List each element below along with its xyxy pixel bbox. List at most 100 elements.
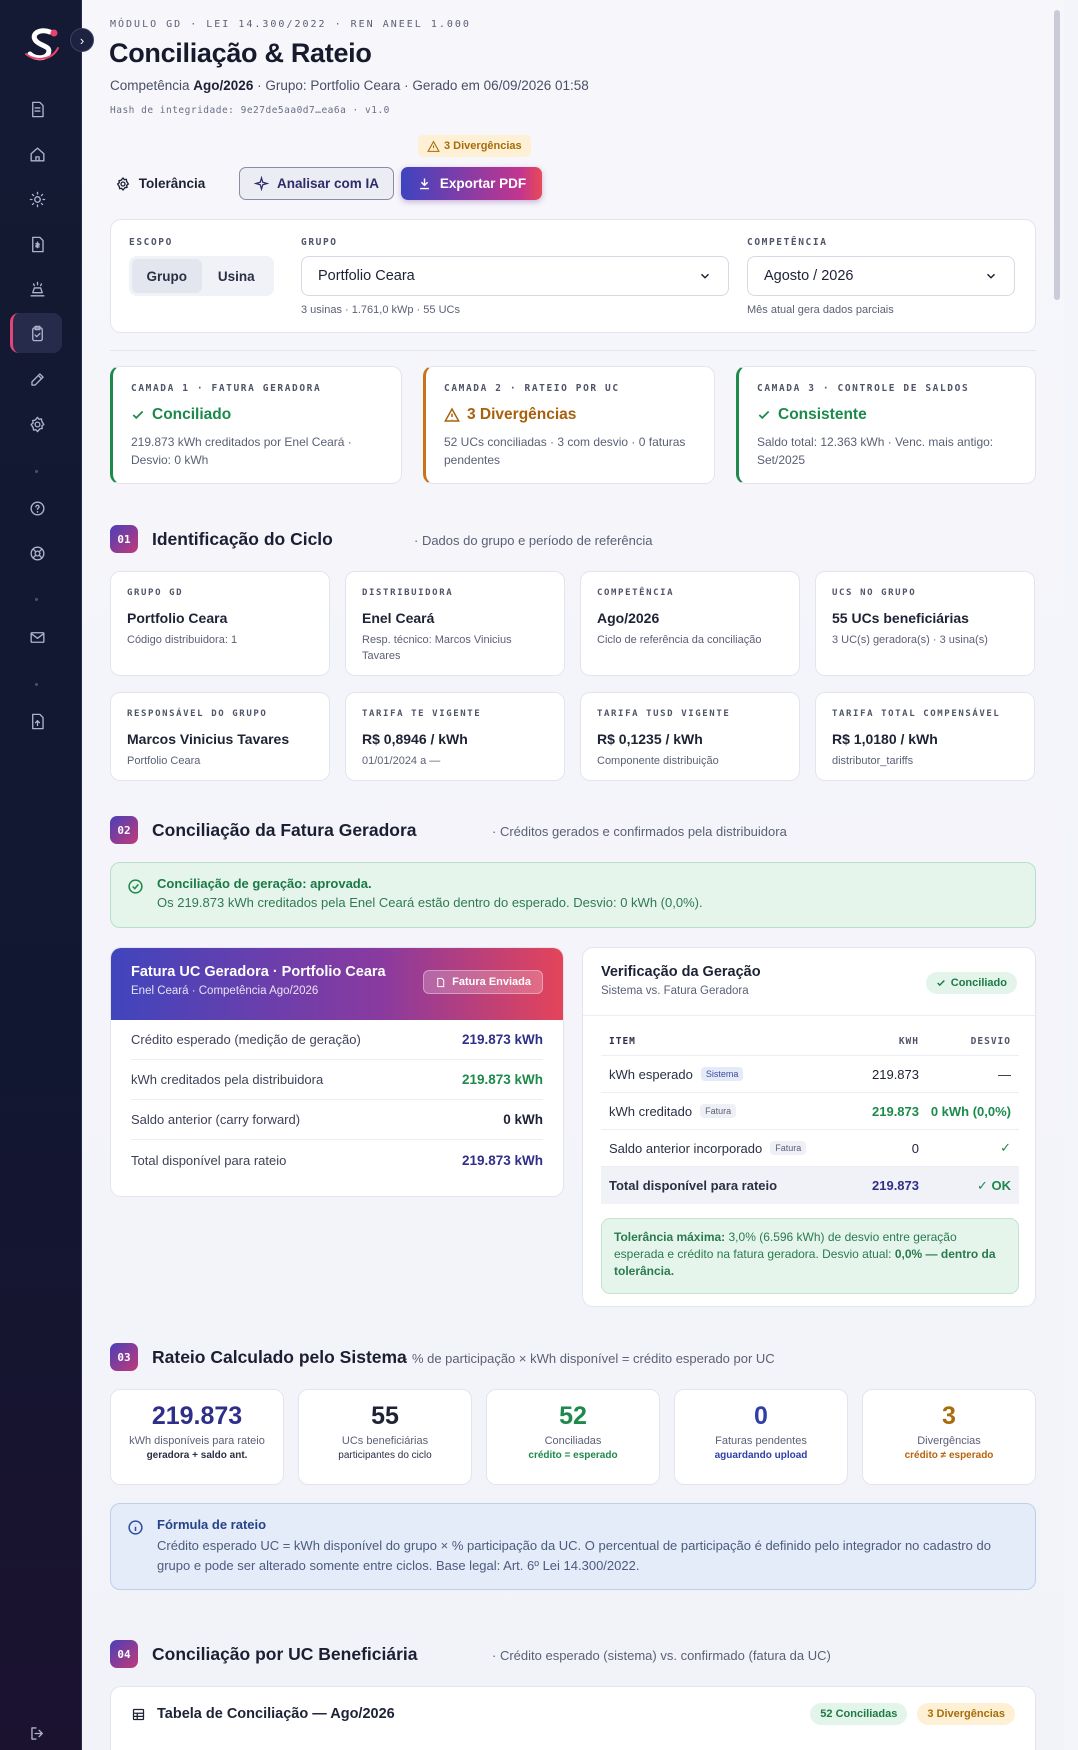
row-item: Saldo anterior incorporado	[609, 1140, 763, 1156]
export-pdf-button[interactable]: Exportar PDF	[401, 167, 542, 200]
section-subtitle: · Crédito esperado (sistema) vs. confirm…	[492, 1648, 831, 1663]
home-icon[interactable]	[20, 137, 54, 171]
scope-segmented-control[interactable]: Grupo Usina	[129, 256, 274, 296]
column-header: DESVIO	[970, 1036, 1011, 1047]
tolerance-button-label: Tolerância	[138, 176, 206, 191]
scope-option-group[interactable]: Grupo	[132, 259, 202, 293]
row-kwh: 219.873	[872, 1178, 919, 1193]
row-deviation: ✓ OK	[976, 1177, 1011, 1193]
layer-description: 52 UCs conciliadas · 3 com desvio · 0 fa…	[444, 435, 686, 467]
invoice-sent-label: Fatura Enviada	[452, 976, 531, 988]
info-value: R$ 0,1235 / kWh	[597, 731, 703, 747]
info-value: Marcos Vinicius Tavares	[127, 731, 290, 747]
main-content: MÓDULO GD · LEI 14.300/2022 · REN ANEEL …	[82, 0, 1064, 1750]
layer-card-balances: CAMADA 3 · CONTROLE DE SALDOS Consistent…	[736, 366, 1036, 484]
stat-sublabel: crédito = esperado	[528, 1450, 618, 1461]
billing-icon[interactable]	[20, 227, 54, 261]
reconciled-count-badge[interactable]: 52 Conciliadas	[810, 1703, 908, 1725]
invoice-row: Crédito esperado (medição de geração) 219…	[131, 1020, 543, 1060]
section-title: Rateio Calculado pelo Sistema	[152, 1347, 407, 1367]
logout-icon[interactable]	[20, 1716, 54, 1750]
info-hint: Portfolio Ceara	[127, 755, 201, 767]
group-select-value: Portfolio Ceara	[318, 268, 415, 284]
scrollbar[interactable]	[1054, 10, 1060, 300]
info-value: Enel Ceará	[362, 610, 435, 626]
table-total-row: Total disponível para rateio 219.873 ✓ OK	[601, 1167, 1019, 1204]
sidebar-separator	[35, 470, 38, 473]
export-pdf-label: Exportar PDF	[439, 176, 527, 191]
tolerance-note: Tolerância máxima: 3,0% (6.596 kWh) de d…	[601, 1218, 1019, 1294]
upload-icon[interactable]	[20, 704, 54, 738]
invoice-row-label: kWh creditados pela distribuidora	[131, 1072, 324, 1087]
analyze-ai-button[interactable]: Analisar com IA	[239, 167, 394, 200]
stat-sublabel: participantes do ciclo	[338, 1450, 432, 1461]
sidebar-toggle-button[interactable]: ›	[70, 28, 94, 52]
column-header: KWH	[898, 1036, 919, 1047]
scope-option-plant[interactable]: Usina	[202, 259, 272, 293]
layer-label: CAMADA 2 · RATEIO POR UC	[444, 383, 620, 394]
layer-status-label: Conciliado	[152, 406, 232, 423]
support-icon[interactable]	[20, 536, 54, 570]
invoice-row-label: Saldo anterior (carry forward)	[131, 1112, 301, 1127]
section-number: 04	[110, 1640, 138, 1668]
stat-sublabel: aguardando upload	[714, 1450, 808, 1461]
stat-label: UCs beneficiárias	[341, 1435, 429, 1447]
info-card-responsible: RESPONSÁVEL DO GRUPO Marcos Vinicius Tava…	[110, 692, 330, 781]
mail-icon[interactable]	[20, 620, 54, 654]
group-select[interactable]: Portfolio Ceara	[301, 256, 729, 296]
chevron-down-icon	[986, 273, 996, 279]
info-value: 55 UCs beneficiárias	[832, 610, 969, 626]
tolerance-label: Tolerância máxima:	[614, 1230, 726, 1244]
info-label: COMPETÊNCIA	[597, 588, 675, 598]
reconciled-badge: Conciliado	[925, 972, 1017, 994]
subtitle-prefix: Competência	[110, 78, 194, 93]
edit-icon[interactable]	[20, 362, 54, 396]
stat-value: 52	[559, 1402, 587, 1430]
column-header: ITEM	[609, 1036, 636, 1047]
app-logo[interactable]	[22, 24, 62, 64]
invoice-row: kWh creditados pela distribuidora 219.873…	[131, 1060, 543, 1100]
layer-description: 219.873 kWh creditados por Enel Ceará · …	[131, 435, 352, 467]
invoice-row-label: Crédito esperado (medição de geração)	[131, 1032, 361, 1047]
gear-icon	[116, 176, 129, 191]
table-icon	[132, 1708, 145, 1721]
source-tag: Sistema	[700, 1067, 744, 1081]
period-select[interactable]: Agosto / 2026	[747, 256, 1015, 296]
row-deviation: 0 kWh (0,0%)	[930, 1103, 1011, 1119]
info-hint: Ciclo de referência da conciliação	[597, 634, 762, 646]
settings-icon[interactable]	[20, 407, 54, 441]
section-number: 03	[110, 1343, 138, 1371]
stat-value: 0	[754, 1402, 768, 1430]
stat-card-reconciled: 52 Conciliadas crédito = esperado	[486, 1389, 660, 1485]
help-icon[interactable]	[20, 491, 54, 525]
subtitle-period: Ago/2026	[193, 78, 254, 93]
info-label: TARIFA TOTAL COMPENSÁVEL	[832, 709, 1001, 719]
stat-card-divergences: 3 Divergências crédito ≠ esperado	[862, 1389, 1036, 1485]
divergence-count-badge[interactable]: 3 Divergências	[917, 1703, 1015, 1725]
stat-label: kWh disponíveis para rateio	[129, 1435, 265, 1447]
sidebar-separator	[35, 598, 38, 601]
row-item: kWh esperado	[609, 1066, 693, 1082]
source-tag: Fatura	[700, 1104, 737, 1118]
sun-icon[interactable]	[20, 182, 54, 216]
reconciliation-icon[interactable]	[10, 313, 62, 353]
info-value: R$ 0,8946 / kWh	[362, 731, 468, 747]
solar-plant-icon[interactable]	[20, 272, 54, 306]
invoice-rows: Crédito esperado (medição de geração) 219…	[111, 1020, 563, 1180]
invoice-sent-badge[interactable]: Fatura Enviada	[423, 970, 543, 994]
row-deviation: —	[998, 1066, 1011, 1082]
sidebar	[0, 0, 82, 1750]
formula-title: Fórmula de rateio	[157, 1517, 267, 1532]
generation-verification-card: Verificação da Geração Sistema vs. Fatur…	[582, 947, 1036, 1307]
row-kwh: 219.873	[872, 1066, 919, 1082]
invoice-icon[interactable]	[20, 92, 54, 126]
info-hint: 01/01/2024 a —	[362, 755, 441, 767]
layer-description: Saldo total: 12.363 kWh · Venc. mais ant…	[757, 435, 994, 467]
group-label: GRUPO	[301, 237, 338, 248]
layer-label: CAMADA 3 · CONTROLE DE SALDOS	[757, 383, 970, 394]
module-eyebrow: MÓDULO GD · LEI 14.300/2022 · REN ANEEL …	[110, 19, 471, 30]
divider	[110, 350, 1036, 351]
tolerance-button[interactable]: Tolerância	[110, 167, 210, 200]
stat-card-available: 219.873 kWh disponíveis para rateio gerado…	[110, 1389, 284, 1485]
period-label: COMPETÊNCIA	[747, 237, 828, 248]
